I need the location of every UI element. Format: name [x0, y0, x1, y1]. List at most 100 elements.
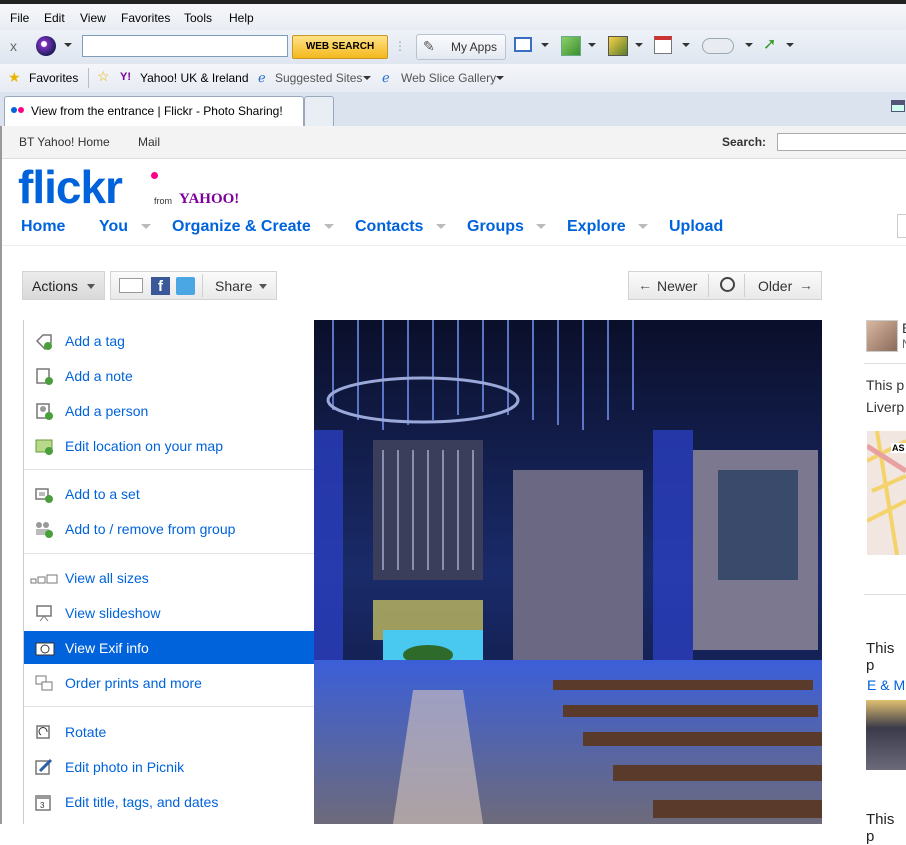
older-button[interactable]: Older: [758, 278, 792, 294]
menu-item-view-exif[interactable]: View Exif info: [24, 631, 314, 664]
flickr-favicon-pink-icon: [18, 107, 24, 113]
site-search-input[interactable]: [777, 133, 906, 151]
add-icon[interactable]: ➚: [763, 34, 776, 54]
nav-you[interactable]: You: [99, 218, 128, 236]
chevron-down-icon[interactable]: [541, 43, 549, 47]
share-button[interactable]: Share: [215, 278, 252, 294]
chevron-down-icon[interactable]: [496, 76, 504, 80]
games-icon[interactable]: [561, 36, 581, 56]
menu-item-add-person[interactable]: Add a person: [24, 394, 314, 427]
menu-item-add-remove-group[interactable]: Add to / remove from group: [24, 512, 314, 545]
nav-explore[interactable]: Explore: [567, 218, 626, 236]
actions-button[interactable]: Actions: [22, 271, 105, 300]
chevron-down-icon[interactable]: [64, 43, 72, 47]
chevron-down-icon[interactable]: [638, 224, 648, 229]
web-search-button[interactable]: WEB SEARCH: [292, 35, 388, 59]
calendar-icon[interactable]: [654, 36, 672, 54]
notes-icon[interactable]: [608, 36, 628, 56]
nav-groups[interactable]: Groups: [467, 218, 524, 236]
favorites-button[interactable]: Favorites: [29, 71, 78, 85]
chevron-down-icon[interactable]: [588, 43, 596, 47]
flickr-logo[interactable]: flickr from YAHOO!: [18, 161, 258, 213]
new-tab-button[interactable]: [304, 96, 334, 126]
menu-item-edit-title[interactable]: 3 Edit title, tags, and dates: [24, 785, 314, 818]
menu-edit[interactable]: Edit: [44, 11, 65, 25]
close-toolbar-icon[interactable]: x: [10, 38, 17, 54]
menu-file[interactable]: File: [10, 11, 29, 25]
menu-separator: [24, 553, 314, 554]
menu-item-edit-picnik[interactable]: Edit photo in Picnik: [24, 750, 314, 783]
menu-item-view-all-sizes[interactable]: View all sizes: [24, 561, 314, 594]
zoom-icon[interactable]: [720, 277, 735, 292]
owner-name-fragment[interactable]: E: [902, 320, 906, 336]
favorites-bar: ★ Favorites ☆ Y! Yahoo! UK & Ireland ℯ S…: [0, 64, 906, 93]
chevron-down-icon: [87, 284, 95, 289]
nav-search-box[interactable]: [897, 214, 906, 238]
menu-item-add-to-set[interactable]: Add to a set: [24, 477, 314, 510]
weather-cloud-icon[interactable]: [702, 38, 734, 54]
chevron-down-icon[interactable]: [259, 284, 267, 289]
mail-icon[interactable]: [514, 37, 532, 52]
ie-icon: ℯ: [258, 70, 266, 85]
menu-help[interactable]: Help: [229, 11, 254, 25]
menu-item-edit-location[interactable]: Edit location on your map: [24, 429, 314, 462]
section-heading-2: This p: [866, 811, 895, 845]
chevron-down-icon[interactable]: [682, 43, 690, 47]
chevron-down-icon[interactable]: [786, 43, 794, 47]
set-thumbnail[interactable]: [866, 700, 906, 770]
chevron-down-icon[interactable]: [635, 43, 643, 47]
divider: [744, 274, 745, 297]
mail-link[interactable]: Mail: [138, 135, 160, 149]
owner-sub-fragment: N: [902, 337, 906, 351]
add-favorite-icon[interactable]: ☆: [97, 68, 110, 85]
divider: [864, 363, 906, 364]
yahoo-logo-icon[interactable]: [36, 36, 56, 56]
arrow-left-icon[interactable]: ←: [638, 277, 652, 293]
person-icon: [34, 402, 54, 420]
menu-bar: File Edit View Favorites Tools Help: [0, 0, 906, 30]
my-apps-button[interactable]: ✎ My Apps: [416, 34, 506, 60]
nav-upload[interactable]: Upload: [669, 218, 723, 236]
menu-item-view-slideshow[interactable]: View slideshow: [24, 596, 314, 629]
photo-nav-bar: ← Newer Older →: [628, 271, 822, 300]
yahoo-favicon-icon: Y!: [120, 71, 131, 83]
home-icon[interactable]: [891, 100, 905, 112]
tab-title: View from the entrance | Flickr - Photo …: [31, 104, 283, 118]
fav-link-yahoo[interactable]: Yahoo! UK & Ireland: [140, 71, 249, 85]
email-icon[interactable]: [119, 278, 143, 293]
avatar[interactable]: [866, 320, 898, 352]
fav-link-suggested[interactable]: Suggested Sites: [275, 71, 362, 85]
main-photo[interactable]: [313, 320, 822, 824]
chevron-down-icon[interactable]: [363, 76, 371, 80]
apps-icon: ✎: [423, 38, 435, 54]
chevron-down-icon[interactable]: [436, 224, 446, 229]
set-icon: [34, 485, 54, 503]
tab-flickr[interactable]: View from the entrance | Flickr - Photo …: [4, 96, 304, 126]
sizes-icon: [30, 569, 58, 587]
menu-item-order-prints[interactable]: Order prints and more: [24, 666, 314, 699]
nav-home[interactable]: Home: [21, 218, 65, 236]
menu-tools[interactable]: Tools: [184, 11, 212, 25]
menu-favorites[interactable]: Favorites: [121, 11, 170, 25]
nav-contacts[interactable]: Contacts: [355, 218, 423, 236]
menu-view[interactable]: View: [80, 11, 106, 25]
chevron-down-icon[interactable]: [141, 224, 151, 229]
twitter-icon[interactable]: [176, 277, 195, 295]
menu-item-rotate[interactable]: Rotate: [24, 715, 314, 748]
bt-yahoo-home-link[interactable]: BT Yahoo! Home: [19, 135, 110, 149]
nav-organize-create[interactable]: Organize & Create: [172, 218, 311, 236]
menu-item-add-note[interactable]: Add a note: [24, 359, 314, 392]
fav-link-webslice[interactable]: Web Slice Gallery: [401, 71, 496, 85]
chevron-down-icon[interactable]: [536, 224, 546, 229]
newer-button[interactable]: Newer: [657, 278, 697, 294]
arrow-right-icon[interactable]: →: [799, 277, 813, 293]
set-link[interactable]: E & M: [867, 677, 905, 693]
chevron-down-icon[interactable]: [324, 224, 334, 229]
rotate-icon: [34, 723, 54, 741]
menu-item-add-tag[interactable]: Add a tag: [24, 324, 314, 357]
chevron-down-icon[interactable]: [745, 43, 753, 47]
facebook-icon[interactable]: f: [151, 277, 170, 295]
location-map[interactable]: AS: [867, 431, 906, 555]
location-link[interactable]: Liverp: [866, 399, 904, 415]
toolbar-search-input[interactable]: [82, 35, 288, 57]
